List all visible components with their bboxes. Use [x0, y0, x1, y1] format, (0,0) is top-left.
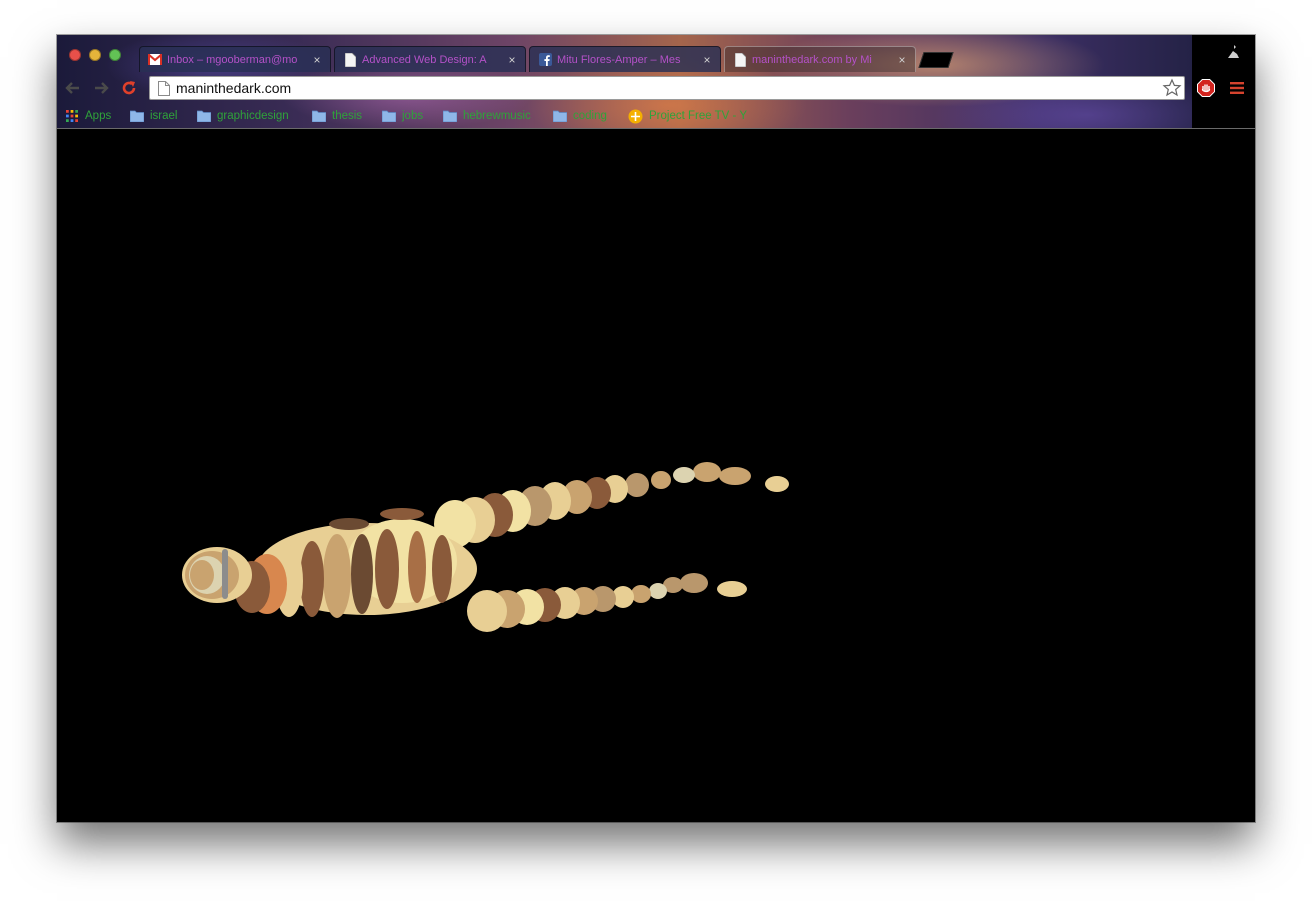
- apps-grid-icon: [66, 110, 78, 122]
- bookmark-folder-hebrewmusic[interactable]: hebrewmusic: [443, 107, 531, 125]
- figure-head: [182, 547, 252, 603]
- folder-icon: [382, 110, 396, 122]
- menu-icon[interactable]: [1230, 81, 1244, 95]
- figure-upper-leg: [434, 462, 789, 548]
- bookmarks-bar: Apps israel graphicdesign thesis jobs he…: [57, 105, 1255, 127]
- page-icon: [733, 52, 747, 67]
- browser-window: Inbox – mgooberman@mo × Advanced Web Des…: [57, 35, 1255, 822]
- blob-figure-canvas: [182, 462, 789, 632]
- bookmark-label: jobs: [402, 110, 424, 122]
- bookmark-label: Project Free TV - Y: [649, 110, 747, 122]
- page-icon: [158, 81, 170, 96]
- tab-close-icon[interactable]: ×: [310, 53, 324, 67]
- tab-maninthedark[interactable]: maninthedark.com by Mi ×: [724, 46, 916, 72]
- figure-lower-leg: [467, 573, 747, 632]
- bookmark-label: israel: [150, 110, 178, 122]
- tab-title: maninthedark.com by Mi: [752, 53, 872, 66]
- browser-chrome: Inbox – mgooberman@mo × Advanced Web Des…: [57, 35, 1255, 129]
- bookmark-label: Apps: [85, 110, 112, 122]
- tab-close-icon[interactable]: ×: [895, 53, 909, 67]
- bookmark-label: graphicdesign: [217, 110, 289, 122]
- tab-close-icon[interactable]: ×: [505, 53, 519, 67]
- folder-icon: [312, 110, 326, 122]
- bookmark-folder-coding[interactable]: coding: [553, 107, 607, 125]
- window-maximize-button[interactable]: [109, 49, 121, 61]
- adblock-icon[interactable]: [1197, 79, 1215, 97]
- bookmark-apps[interactable]: Apps: [65, 107, 111, 125]
- folder-icon: [443, 110, 457, 122]
- bookmark-folder-israel[interactable]: israel: [130, 107, 177, 125]
- address-input[interactable]: [176, 79, 1136, 97]
- tab-close-icon[interactable]: ×: [700, 53, 714, 67]
- gmail-icon: [148, 53, 162, 67]
- reload-icon: [122, 81, 136, 95]
- tab-facebook-messages[interactable]: Mitu Flores-Amper – Mes ×: [529, 46, 721, 72]
- bookmark-folder-thesis[interactable]: thesis: [312, 107, 362, 125]
- person-icon[interactable]: [1225, 44, 1241, 60]
- bookmark-folder-jobs[interactable]: jobs: [382, 107, 423, 125]
- back-button[interactable]: [63, 79, 83, 99]
- folder-icon: [130, 110, 144, 122]
- pftv-icon: [628, 109, 643, 123]
- tab-title: Inbox – mgooberman@mo: [167, 53, 298, 66]
- back-arrow-icon: [65, 82, 79, 94]
- bookmark-star-icon[interactable]: [1162, 78, 1182, 98]
- reload-button[interactable]: [119, 79, 139, 99]
- toolbar: [57, 75, 1255, 103]
- page-content: [57, 129, 1255, 822]
- bookmark-label: thesis: [332, 110, 363, 122]
- bookmark-label: hebrewmusic: [463, 110, 531, 122]
- forward-button[interactable]: [91, 79, 111, 99]
- bookmark-folder-graphicdesign[interactable]: graphicdesign: [197, 107, 289, 125]
- window-close-button[interactable]: [69, 49, 81, 61]
- window-minimize-button[interactable]: [89, 49, 101, 61]
- new-tab-button[interactable]: [918, 52, 954, 68]
- forward-arrow-icon: [95, 82, 109, 94]
- page-icon: [343, 52, 357, 67]
- folder-icon: [197, 110, 211, 122]
- folder-icon: [553, 110, 567, 122]
- bookmark-project-free-tv[interactable]: Project Free TV - Y: [628, 107, 747, 125]
- facebook-icon: [538, 53, 552, 67]
- address-bar[interactable]: [149, 76, 1185, 100]
- tab-title: Advanced Web Design: A: [362, 53, 487, 66]
- tab-advanced-web-design[interactable]: Advanced Web Design: A ×: [334, 46, 526, 72]
- tab-title: Mitu Flores-Amper – Mes: [557, 53, 681, 66]
- bookmark-label: coding: [573, 110, 607, 122]
- tab-inbox[interactable]: Inbox – mgooberman@mo ×: [139, 46, 331, 72]
